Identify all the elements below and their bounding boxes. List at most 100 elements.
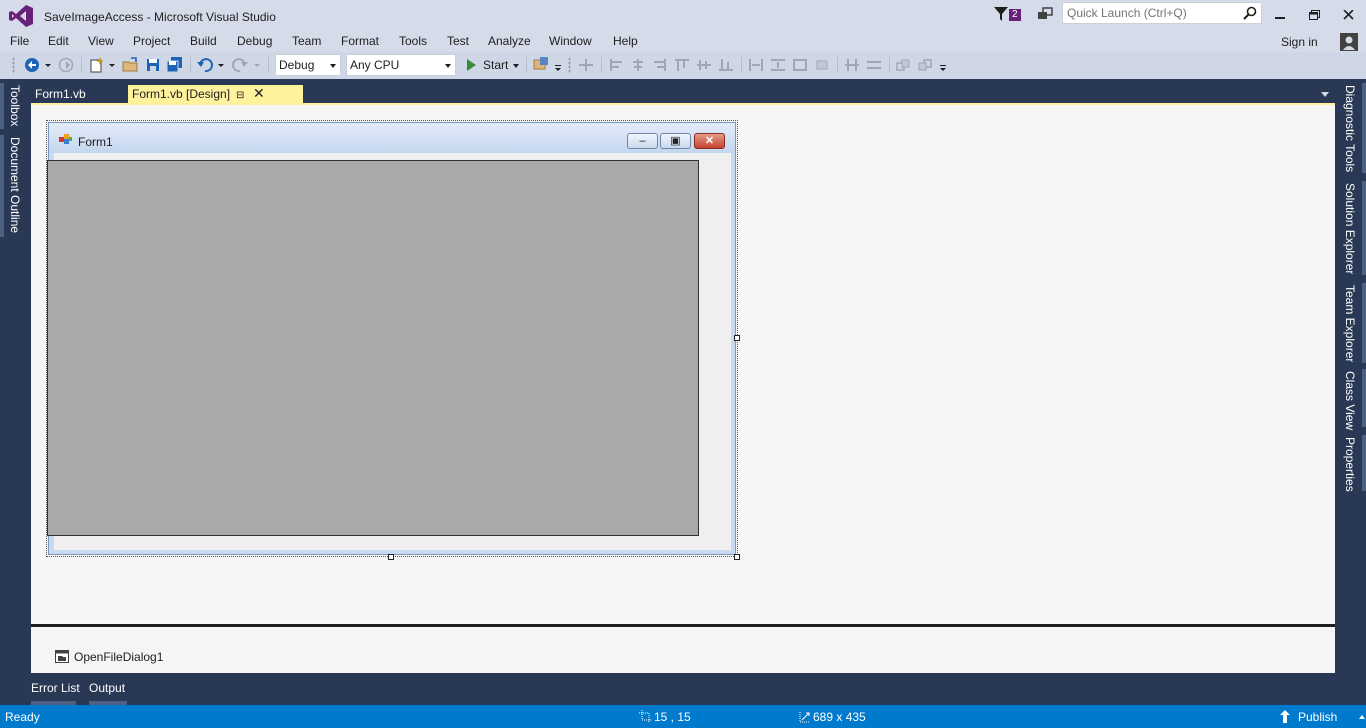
menu-debug[interactable]: Debug — [237, 34, 272, 48]
close-icon — [1343, 10, 1354, 20]
form-minimize-button[interactable]: – — [627, 133, 658, 149]
save-all-icon[interactable] — [166, 56, 184, 74]
menu-team[interactable]: Team — [292, 34, 321, 48]
close-tab-icon[interactable]: ✕ — [253, 84, 265, 103]
menu-project[interactable]: Project — [133, 34, 170, 48]
tab-indicator — [1362, 83, 1366, 173]
account-icon[interactable] — [1340, 33, 1358, 51]
form-designer-surface[interactable]: Form1 – ▣ ✕ OpenFileDialog1 — [31, 105, 1335, 673]
tab-indicator — [1362, 369, 1366, 427]
menu-edit[interactable]: Edit — [48, 34, 69, 48]
chevron-up-icon — [1359, 715, 1365, 719]
align-lefts-icon[interactable] — [610, 59, 624, 71]
status-bar: Ready 15 , 15 689 x 435 Publish — [0, 705, 1366, 728]
menu-analyze[interactable]: Analyze — [488, 34, 531, 48]
notification-count-badge: 2 — [1009, 9, 1021, 21]
make-same-height-icon[interactable] — [771, 59, 785, 71]
menu-tools[interactable]: Tools — [399, 34, 427, 48]
properties-tab[interactable]: Properties — [1343, 437, 1357, 492]
new-project-dropdown-icon[interactable] — [108, 56, 116, 74]
tab-form1-design[interactable]: Form1.vb [Design] ⊟ ✕ — [128, 85, 303, 104]
filter-flag-icon — [994, 7, 1008, 21]
redo-icon[interactable] — [231, 56, 249, 74]
tab-form1-code[interactable]: Form1.vb — [31, 85, 127, 104]
sign-in-link[interactable]: Sign in — [1281, 35, 1318, 49]
search-icon — [1243, 6, 1257, 20]
form-caption-bar[interactable]: Form1 – ▣ ✕ — [49, 123, 735, 153]
toolbar-overflow-icon[interactable] — [553, 56, 563, 74]
minimize-icon — [1275, 17, 1285, 19]
save-icon[interactable] — [145, 56, 161, 74]
start-debugging-button[interactable]: Start — [463, 57, 523, 75]
undo-dropdown-icon[interactable] — [217, 56, 225, 74]
restore-button[interactable] — [1300, 4, 1330, 26]
toolbox-tab[interactable]: Toolbox — [8, 85, 22, 126]
align-tops-icon[interactable] — [675, 59, 689, 71]
open-file-icon[interactable] — [122, 56, 140, 74]
redo-dropdown-icon[interactable] — [253, 56, 261, 74]
quick-launch-input[interactable] — [1063, 3, 1238, 23]
make-same-size-icon[interactable] — [793, 59, 807, 71]
solution-platform-select[interactable]: Any CPU — [346, 54, 456, 76]
align-bottoms-icon[interactable] — [719, 59, 733, 71]
toolbar-overflow-icon[interactable] — [938, 56, 948, 74]
align-rights-icon[interactable] — [652, 59, 666, 71]
solution-configuration-value: Debug — [279, 58, 315, 72]
active-files-dropdown-icon[interactable] — [1321, 92, 1329, 97]
error-list-tab[interactable]: Error List — [31, 681, 80, 695]
menu-test[interactable]: Test — [447, 34, 469, 48]
menu-build[interactable]: Build — [190, 34, 217, 48]
standard-toolbar: Debug Any CPU Start — [0, 52, 1366, 79]
send-to-back-icon[interactable] — [918, 59, 932, 71]
form-close-button[interactable]: ✕ — [694, 133, 725, 149]
team-explorer-tab[interactable]: Team Explorer — [1343, 285, 1357, 362]
quick-launch-box[interactable] — [1062, 2, 1262, 24]
horizontal-spacing-icon[interactable] — [845, 59, 859, 71]
align-centers-icon[interactable] — [631, 59, 645, 71]
undo-icon[interactable] — [196, 56, 214, 74]
find-in-files-icon[interactable] — [533, 56, 551, 74]
tab-indicator — [0, 83, 4, 129]
toolbar-gripper[interactable] — [12, 57, 15, 74]
close-window-button[interactable] — [1334, 4, 1364, 26]
toolbar-separator — [81, 57, 82, 73]
diagnostic-tools-tab[interactable]: Diagnostic Tools — [1343, 85, 1357, 172]
navigate-forward-icon[interactable] — [58, 56, 74, 74]
toolbar-separator — [268, 57, 269, 73]
feedback-icon[interactable] — [1037, 6, 1053, 22]
navigate-back-icon[interactable] — [24, 56, 40, 74]
resize-handle-right[interactable] — [734, 335, 740, 341]
form-maximize-button[interactable]: ▣ — [660, 133, 691, 149]
solution-configuration-select[interactable]: Debug — [275, 54, 341, 76]
toolbar-separator — [526, 57, 527, 73]
solution-explorer-tab[interactable]: Solution Explorer — [1343, 183, 1357, 274]
notifications-button[interactable]: 2 — [994, 6, 1026, 24]
menu-view[interactable]: View — [88, 34, 114, 48]
output-tab[interactable]: Output — [89, 681, 125, 695]
menu-format[interactable]: Format — [341, 34, 379, 48]
minimize-button[interactable] — [1266, 4, 1296, 26]
menu-file[interactable]: File — [10, 34, 29, 48]
menu-help[interactable]: Help — [613, 34, 638, 48]
minimize-icon: – — [639, 135, 646, 147]
bring-to-front-icon[interactable] — [896, 59, 910, 71]
align-to-grid-icon[interactable] — [579, 59, 593, 71]
resize-handle-bottom-right[interactable] — [734, 554, 740, 560]
toolbar-gripper[interactable] — [568, 57, 571, 74]
form-title: Form1 — [78, 135, 113, 149]
tab-indicator — [1362, 181, 1366, 275]
navigate-back-dropdown-icon[interactable] — [44, 56, 52, 74]
menu-window[interactable]: Window — [549, 34, 592, 48]
status-text: Ready — [5, 710, 40, 724]
document-outline-tab[interactable]: Document Outline — [8, 137, 22, 233]
size-to-grid-icon[interactable] — [815, 59, 829, 71]
left-tool-strip: Toolbox Document Outline — [0, 79, 31, 705]
class-view-tab[interactable]: Class View — [1343, 371, 1357, 430]
align-middles-icon[interactable] — [697, 59, 711, 71]
resize-handle-bottom[interactable] — [388, 554, 394, 560]
vertical-spacing-icon[interactable] — [867, 59, 881, 71]
make-same-width-icon[interactable] — [749, 59, 763, 71]
new-project-icon[interactable] — [88, 56, 106, 74]
picturebox-control[interactable] — [47, 160, 699, 536]
tab-indicator — [1362, 283, 1366, 363]
